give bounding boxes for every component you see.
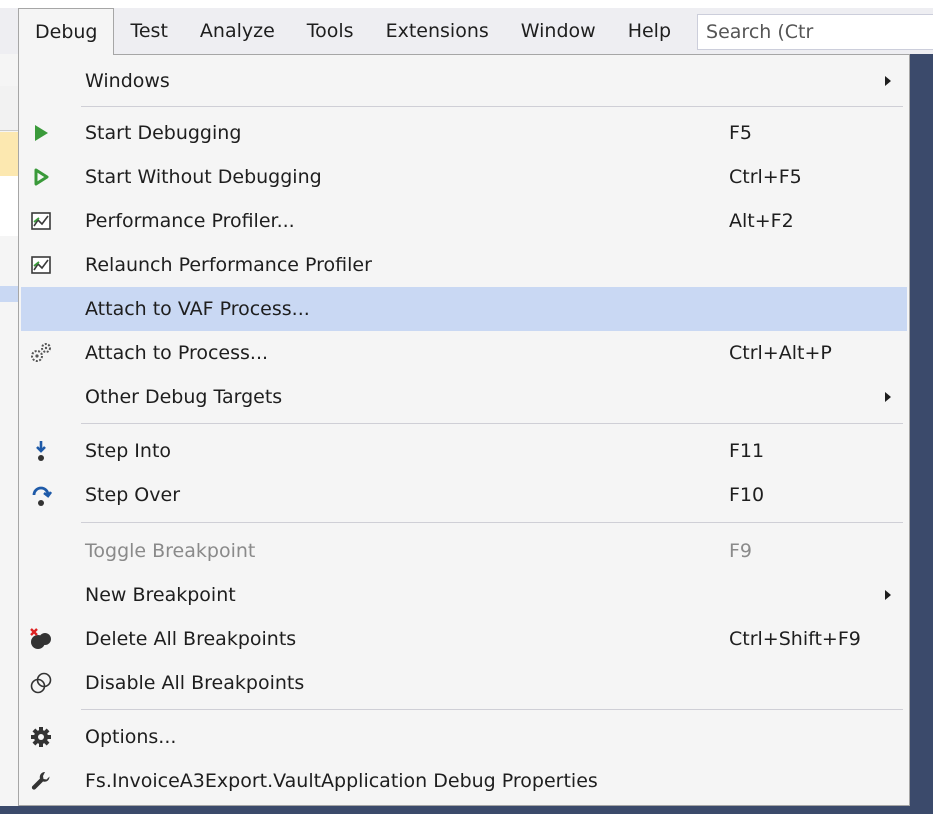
attach-gears-icon bbox=[27, 339, 55, 367]
menu-item-shortcut: Alt+F2 bbox=[729, 210, 794, 232]
menu-item-windows[interactable]: Windows bbox=[21, 59, 907, 103]
step-over-icon bbox=[27, 481, 55, 509]
menu-test[interactable]: Test bbox=[114, 8, 183, 54]
menu-item-shortcut: F9 bbox=[729, 540, 753, 562]
menu-item-step-into[interactable]: Step Into F11 bbox=[21, 429, 907, 473]
editor-left-sliver bbox=[0, 54, 18, 814]
performance-chart-icon bbox=[27, 251, 55, 279]
menu-separator bbox=[81, 709, 903, 710]
menu-bar: Debug Test Analyze Tools Extensions Wind… bbox=[0, 8, 933, 55]
menu-item-label: Relaunch Performance Profiler bbox=[85, 254, 372, 276]
menu-item-label: Performance Profiler... bbox=[85, 210, 295, 232]
menu-item-shortcut: Ctrl+Alt+P bbox=[729, 342, 832, 364]
menu-item-new-breakpoint[interactable]: New Breakpoint bbox=[21, 573, 907, 617]
menu-item-shortcut: F10 bbox=[729, 484, 765, 506]
menu-debug[interactable]: Debug bbox=[18, 8, 115, 55]
menu-item-label: Delete All Breakpoints bbox=[85, 628, 297, 650]
menu-item-label: New Breakpoint bbox=[85, 584, 236, 606]
menu-item-label: Fs.InvoiceA3Export.VaultApplication Debu… bbox=[85, 770, 598, 792]
menu-item-start-debugging[interactable]: Start Debugging F5 bbox=[21, 111, 907, 155]
menu-item-performance-profiler[interactable]: Performance Profiler... Alt+F2 bbox=[21, 199, 907, 243]
menu-item-label: Start Without Debugging bbox=[85, 166, 322, 188]
menu-item-options[interactable]: Options... bbox=[21, 715, 907, 759]
play-outline-icon bbox=[27, 163, 55, 191]
menu-item-label: Windows bbox=[85, 70, 170, 92]
menu-item-other-debug-targets[interactable]: Other Debug Targets bbox=[21, 375, 907, 419]
menu-item-shortcut: Ctrl+F5 bbox=[729, 166, 802, 188]
menu-item-label: Start Debugging bbox=[85, 122, 242, 144]
menu-item-label: Attach to VAF Process... bbox=[85, 298, 310, 320]
menu-separator bbox=[81, 423, 903, 424]
menu-tools[interactable]: Tools bbox=[291, 8, 370, 54]
ide-bottom-edge bbox=[0, 806, 933, 814]
delete-breakpoints-icon bbox=[27, 625, 55, 653]
wrench-icon bbox=[27, 767, 55, 795]
step-into-icon bbox=[27, 437, 55, 465]
menu-item-label: Attach to Process... bbox=[85, 342, 269, 364]
menu-item-label: Toggle Breakpoint bbox=[85, 540, 256, 562]
menu-item-disable-all-breakpoints[interactable]: Disable All Breakpoints bbox=[21, 661, 907, 705]
menu-item-delete-all-breakpoints[interactable]: Delete All Breakpoints Ctrl+Shift+F9 bbox=[21, 617, 907, 661]
menu-item-label: Other Debug Targets bbox=[85, 386, 283, 408]
submenu-arrow-icon bbox=[885, 590, 891, 600]
menu-analyze[interactable]: Analyze bbox=[184, 8, 291, 54]
menu-item-label: Disable All Breakpoints bbox=[85, 672, 305, 694]
submenu-arrow-icon bbox=[885, 76, 891, 86]
menu-item-debug-properties[interactable]: Fs.InvoiceA3Export.VaultApplication Debu… bbox=[21, 759, 907, 803]
play-solid-icon bbox=[27, 119, 55, 147]
menu-item-label: Step Over bbox=[85, 484, 180, 506]
menu-item-attach-to-vaf-process[interactable]: Attach to VAF Process... bbox=[21, 287, 907, 331]
menu-item-shortcut: F5 bbox=[729, 122, 753, 144]
performance-chart-icon bbox=[27, 207, 55, 235]
debug-menu-dropdown: Windows Start Debugging F5 Start Without… bbox=[18, 54, 910, 806]
search-input[interactable]: Search (Ctr bbox=[697, 14, 933, 50]
ide-right-edge bbox=[913, 54, 933, 814]
menu-separator bbox=[81, 106, 903, 107]
title-bar-sliver bbox=[0, 0, 933, 8]
submenu-arrow-icon bbox=[885, 392, 891, 402]
disable-breakpoints-icon bbox=[27, 669, 55, 697]
menu-help[interactable]: Help bbox=[612, 8, 687, 54]
menu-item-step-over[interactable]: Step Over F10 bbox=[21, 473, 907, 517]
gear-icon bbox=[27, 723, 55, 751]
menu-item-label: Options... bbox=[85, 726, 177, 748]
menu-extensions[interactable]: Extensions bbox=[370, 8, 505, 54]
menu-item-shortcut: F11 bbox=[729, 440, 765, 462]
menu-item-toggle-breakpoint[interactable]: Toggle Breakpoint F9 bbox=[21, 529, 907, 573]
menu-item-relaunch-performance-profiler[interactable]: Relaunch Performance Profiler bbox=[21, 243, 907, 287]
menu-item-label: Step Into bbox=[85, 440, 172, 462]
menu-window[interactable]: Window bbox=[505, 8, 612, 54]
menu-item-attach-to-process[interactable]: Attach to Process... Ctrl+Alt+P bbox=[21, 331, 907, 375]
menu-item-shortcut: Ctrl+Shift+F9 bbox=[729, 628, 861, 650]
menu-separator bbox=[81, 522, 903, 523]
menu-item-start-without-debugging[interactable]: Start Without Debugging Ctrl+F5 bbox=[21, 155, 907, 199]
